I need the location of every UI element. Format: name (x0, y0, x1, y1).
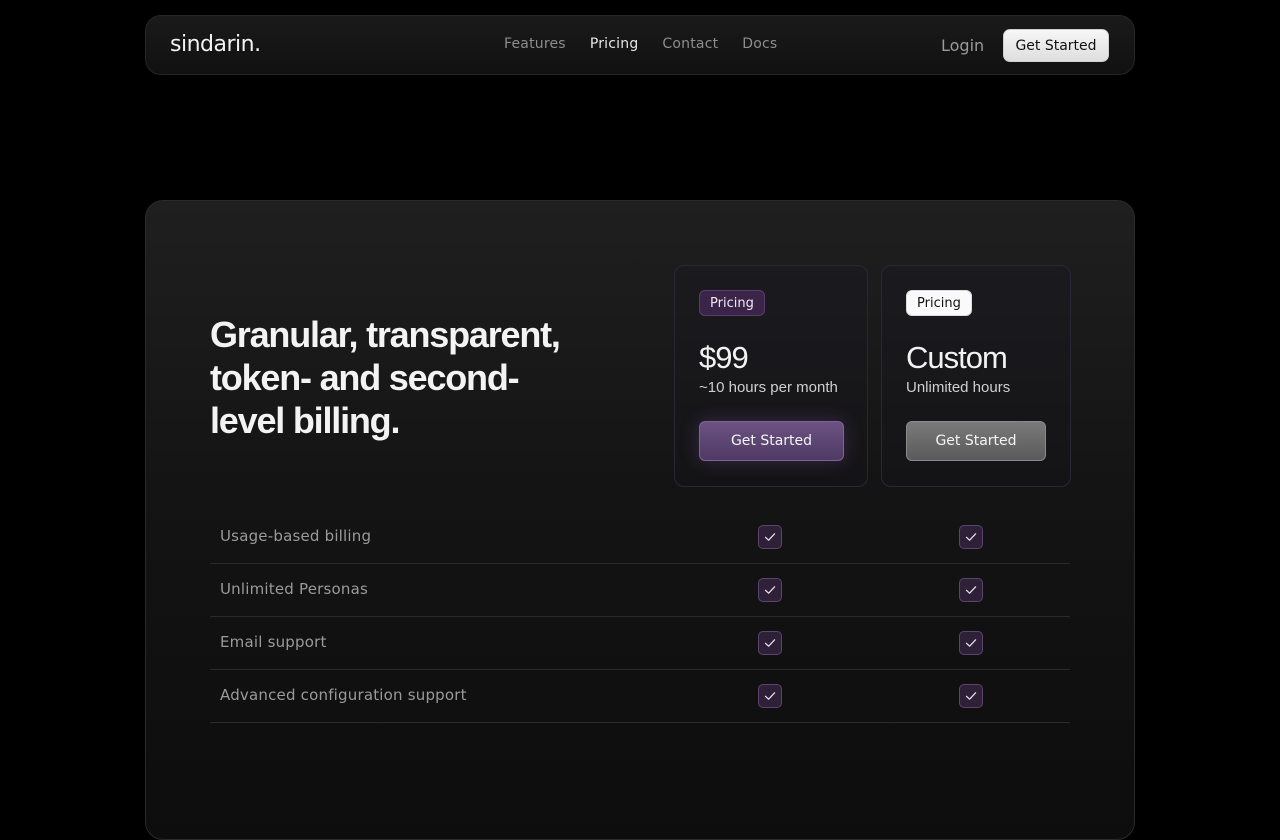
brand-logo[interactable]: sindarin. (170, 32, 261, 57)
plan-get-started-button[interactable]: Get Started (699, 421, 844, 461)
feature-row: Advanced configuration support (210, 670, 1070, 723)
plan-price: Custom (906, 340, 1008, 375)
check-icon (959, 684, 983, 708)
feature-row: Unlimited Personas (210, 564, 1070, 617)
plan-card-custom: Pricing Custom Unlimited hours Get Start… (881, 265, 1071, 487)
check-icon (959, 631, 983, 655)
plan-get-started-button[interactable]: Get Started (906, 421, 1046, 461)
feature-comparison-table: Usage-based billing Unlimited Personas E… (210, 511, 1070, 723)
check-icon (758, 631, 782, 655)
feature-row: Usage-based billing (210, 511, 1070, 564)
nav-link-docs[interactable]: Docs (742, 36, 777, 52)
plan-hours: ~10 hours per month (699, 379, 838, 396)
top-navbar: sindarin. Features Pricing Contact Docs … (145, 15, 1135, 75)
nav-links: Features Pricing Contact Docs (504, 36, 777, 52)
pricing-headline: Granular, transparent, token- and second… (210, 314, 561, 441)
plan-card-standard: Pricing $99 ~10 hours per month Get Star… (674, 265, 868, 487)
nav-link-contact[interactable]: Contact (662, 36, 718, 52)
plan-price: $99 (699, 340, 749, 375)
plan-hours: Unlimited hours (906, 379, 1011, 396)
feature-row: Email support (210, 617, 1070, 670)
feature-label: Email support (220, 633, 327, 651)
feature-label: Advanced configuration support (220, 686, 467, 704)
check-icon (959, 578, 983, 602)
nav-link-features[interactable]: Features (504, 36, 566, 52)
get-started-button[interactable]: Get Started (1003, 29, 1109, 62)
nav-link-pricing[interactable]: Pricing (590, 36, 639, 52)
feature-label: Usage-based billing (220, 527, 372, 545)
check-icon (758, 684, 782, 708)
check-icon (959, 525, 983, 549)
check-icon (758, 578, 782, 602)
login-link[interactable]: Login (941, 36, 984, 55)
check-icon (758, 525, 782, 549)
plan-badge: Pricing (699, 290, 765, 316)
feature-label: Unlimited Personas (220, 580, 369, 598)
pricing-panel: Granular, transparent, token- and second… (145, 200, 1135, 840)
plan-badge: Pricing (906, 290, 972, 316)
